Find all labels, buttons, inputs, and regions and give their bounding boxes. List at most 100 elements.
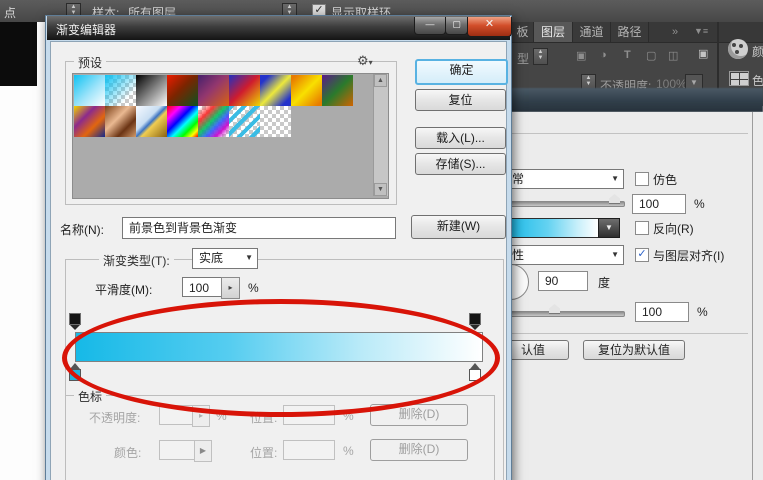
opacity-slider-thumb[interactable] — [609, 194, 620, 204]
filter-type-stepper[interactable]: ▲▼ — [533, 48, 548, 65]
close-button[interactable]: ✕ — [467, 17, 512, 37]
document-canvas[interactable] — [0, 22, 46, 480]
blend-mode-select[interactable]: 常 ▼ — [505, 169, 624, 189]
preset-thumbnail[interactable] — [229, 75, 260, 106]
dropdown-icon: ▼ — [611, 246, 619, 264]
check-icon: ✓ — [637, 248, 646, 260]
dropdown-icon: ▼ — [611, 170, 619, 188]
reverse-checkbox[interactable] — [635, 221, 649, 235]
preset-thumbnail[interactable] — [105, 106, 136, 137]
presets-label: 预设 — [74, 54, 106, 71]
gradient-type-select[interactable]: 实底 ▼ — [192, 248, 258, 269]
preset-thumbnail-fill — [291, 75, 322, 106]
color-panel-label[interactable]: 颜 — [752, 43, 763, 60]
scale-unit: % — [697, 305, 708, 319]
color-panel-icon[interactable] — [728, 39, 748, 59]
preset-scrollbar[interactable]: ▲ ▼ — [373, 74, 388, 196]
tab-channels[interactable]: 通道 — [573, 22, 611, 42]
preset-thumbnail-fill — [167, 75, 198, 106]
preset-thumbnail-fill — [322, 75, 353, 106]
panel-tab-bar: 板 图层 通道 路径 » ▼≡ — [512, 22, 763, 43]
gradient-preview[interactable] — [505, 218, 599, 238]
save-button[interactable]: 存储(S)... — [415, 153, 506, 175]
panel-menu-icon[interactable]: ▼≡ — [694, 26, 708, 36]
name-label: 名称(N): — [60, 221, 104, 238]
preset-thumbnail[interactable] — [74, 75, 105, 106]
preset-list: ▲ ▼ — [72, 73, 389, 199]
filter-pixel-icon[interactable]: ▣ — [576, 49, 586, 62]
reset-default-button[interactable]: 复位为默认值 — [583, 340, 685, 360]
preset-thumbnail[interactable] — [260, 106, 291, 137]
dropdown-icon: ▼ — [245, 249, 253, 267]
stop-location-field2 — [283, 440, 335, 460]
opacity-slider-track[interactable] — [505, 201, 625, 207]
dialog-right-border — [752, 112, 753, 480]
maximize-button[interactable]: ▢ — [445, 17, 468, 35]
preset-thumbnail[interactable] — [198, 75, 229, 106]
filter-type-icon[interactable]: T — [624, 49, 631, 61]
tab-partial[interactable]: 板 — [512, 22, 534, 42]
style-select[interactable]: 性 ▼ — [505, 245, 624, 265]
preset-thumbnail-fill — [260, 75, 291, 106]
minimize-button[interactable]: — — [414, 17, 446, 35]
smoothness-spinner[interactable]: ▸ — [221, 277, 240, 299]
scale-field[interactable]: 100 — [635, 302, 689, 322]
opacity-stop-right[interactable] — [469, 313, 481, 330]
smoothness-unit: % — [248, 281, 259, 295]
preset-thumbnail[interactable] — [136, 75, 167, 106]
gear-glyph: ⚙ — [357, 53, 369, 68]
stop-opacity-label: 不透明度: — [89, 409, 140, 426]
filter-adjustment-icon[interactable]: ◑ — [600, 49, 607, 61]
swatches-panel-label[interactable]: 色 — [752, 72, 763, 89]
ok-button[interactable]: 确定 — [415, 59, 508, 85]
dither-checkbox[interactable] — [635, 172, 649, 186]
preset-thumbnail[interactable] — [229, 106, 260, 137]
new-button[interactable]: 新建(W) — [411, 215, 506, 239]
tab-paths[interactable]: 路径 — [611, 22, 649, 42]
opacity-field[interactable]: 100 — [632, 194, 686, 214]
stop-color-swatch — [159, 440, 195, 460]
preset-thumbnail[interactable] — [74, 106, 105, 137]
groupbox-line — [505, 133, 748, 134]
align-checkbox[interactable]: ✓ — [635, 248, 649, 262]
preset-thumbnail[interactable] — [322, 75, 353, 106]
filter-smartobject-icon[interactable]: ◫ — [668, 49, 678, 62]
load-button[interactable]: 载入(L)... — [415, 127, 506, 149]
preset-thumbnail[interactable] — [105, 75, 136, 106]
reset-button[interactable]: 复位 — [415, 89, 506, 111]
preset-thumbnail[interactable] — [260, 75, 291, 106]
dialog-title: 渐变编辑器 — [56, 21, 116, 38]
opacity-unit: % — [694, 197, 705, 211]
down-icon: ▼ — [538, 55, 544, 61]
gear-icon[interactable]: ⚙▾ — [357, 53, 373, 69]
preset-thumbnail[interactable] — [136, 106, 167, 137]
preset-thumbnail[interactable] — [167, 75, 198, 106]
swatches-panel-icon[interactable] — [729, 71, 749, 86]
name-input[interactable]: 前景色到背景色渐变 — [122, 217, 396, 239]
gradient-preview-dropdown[interactable]: ▼ — [598, 218, 620, 238]
angle-field[interactable]: 90 — [538, 271, 588, 291]
filter-toggle-icon[interactable]: ▣ — [698, 47, 708, 60]
scale-slider-thumb[interactable] — [549, 304, 560, 314]
opacity-stop-left[interactable] — [69, 313, 81, 330]
spin-icon: ▸ — [228, 283, 232, 292]
scroll-up-icon[interactable]: ▲ — [374, 74, 387, 87]
angle-unit: 度 — [598, 274, 610, 291]
filter-shape-icon[interactable]: ▢ — [646, 49, 656, 62]
preset-thumbnail-fill — [136, 106, 167, 137]
preset-thumbnail[interactable] — [167, 106, 198, 137]
panel-expand-icon[interactable]: » — [672, 26, 676, 38]
options-fragment-label: 点 — [4, 4, 16, 21]
stop-color-label: 颜色: — [114, 444, 141, 461]
scale-slider-track[interactable] — [505, 311, 625, 317]
layer-style-body: 常 ▼ 仿色 100 % ▼ 反向(R) 性 ▼ ✓ 与图层对齐(I) 90 度 — [505, 112, 763, 480]
scroll-down-icon[interactable]: ▼ — [374, 183, 387, 196]
preset-thumbnail[interactable] — [198, 106, 229, 137]
smoothness-field[interactable]: 100 — [182, 277, 222, 297]
tab-layers[interactable]: 图层 — [534, 22, 573, 42]
dropdown-icon: ▼ — [690, 78, 698, 87]
layer-style-titlebar[interactable] — [505, 88, 763, 112]
photoshop-screen: 点 ▲▼ 样本: 所有图层 ▲▼ ✓ 显示取样环 板 图层 通道 路径 » ▼≡… — [0, 0, 763, 480]
preset-thumbnail[interactable] — [291, 75, 322, 106]
blend-mode-value: 常 — [512, 170, 524, 188]
